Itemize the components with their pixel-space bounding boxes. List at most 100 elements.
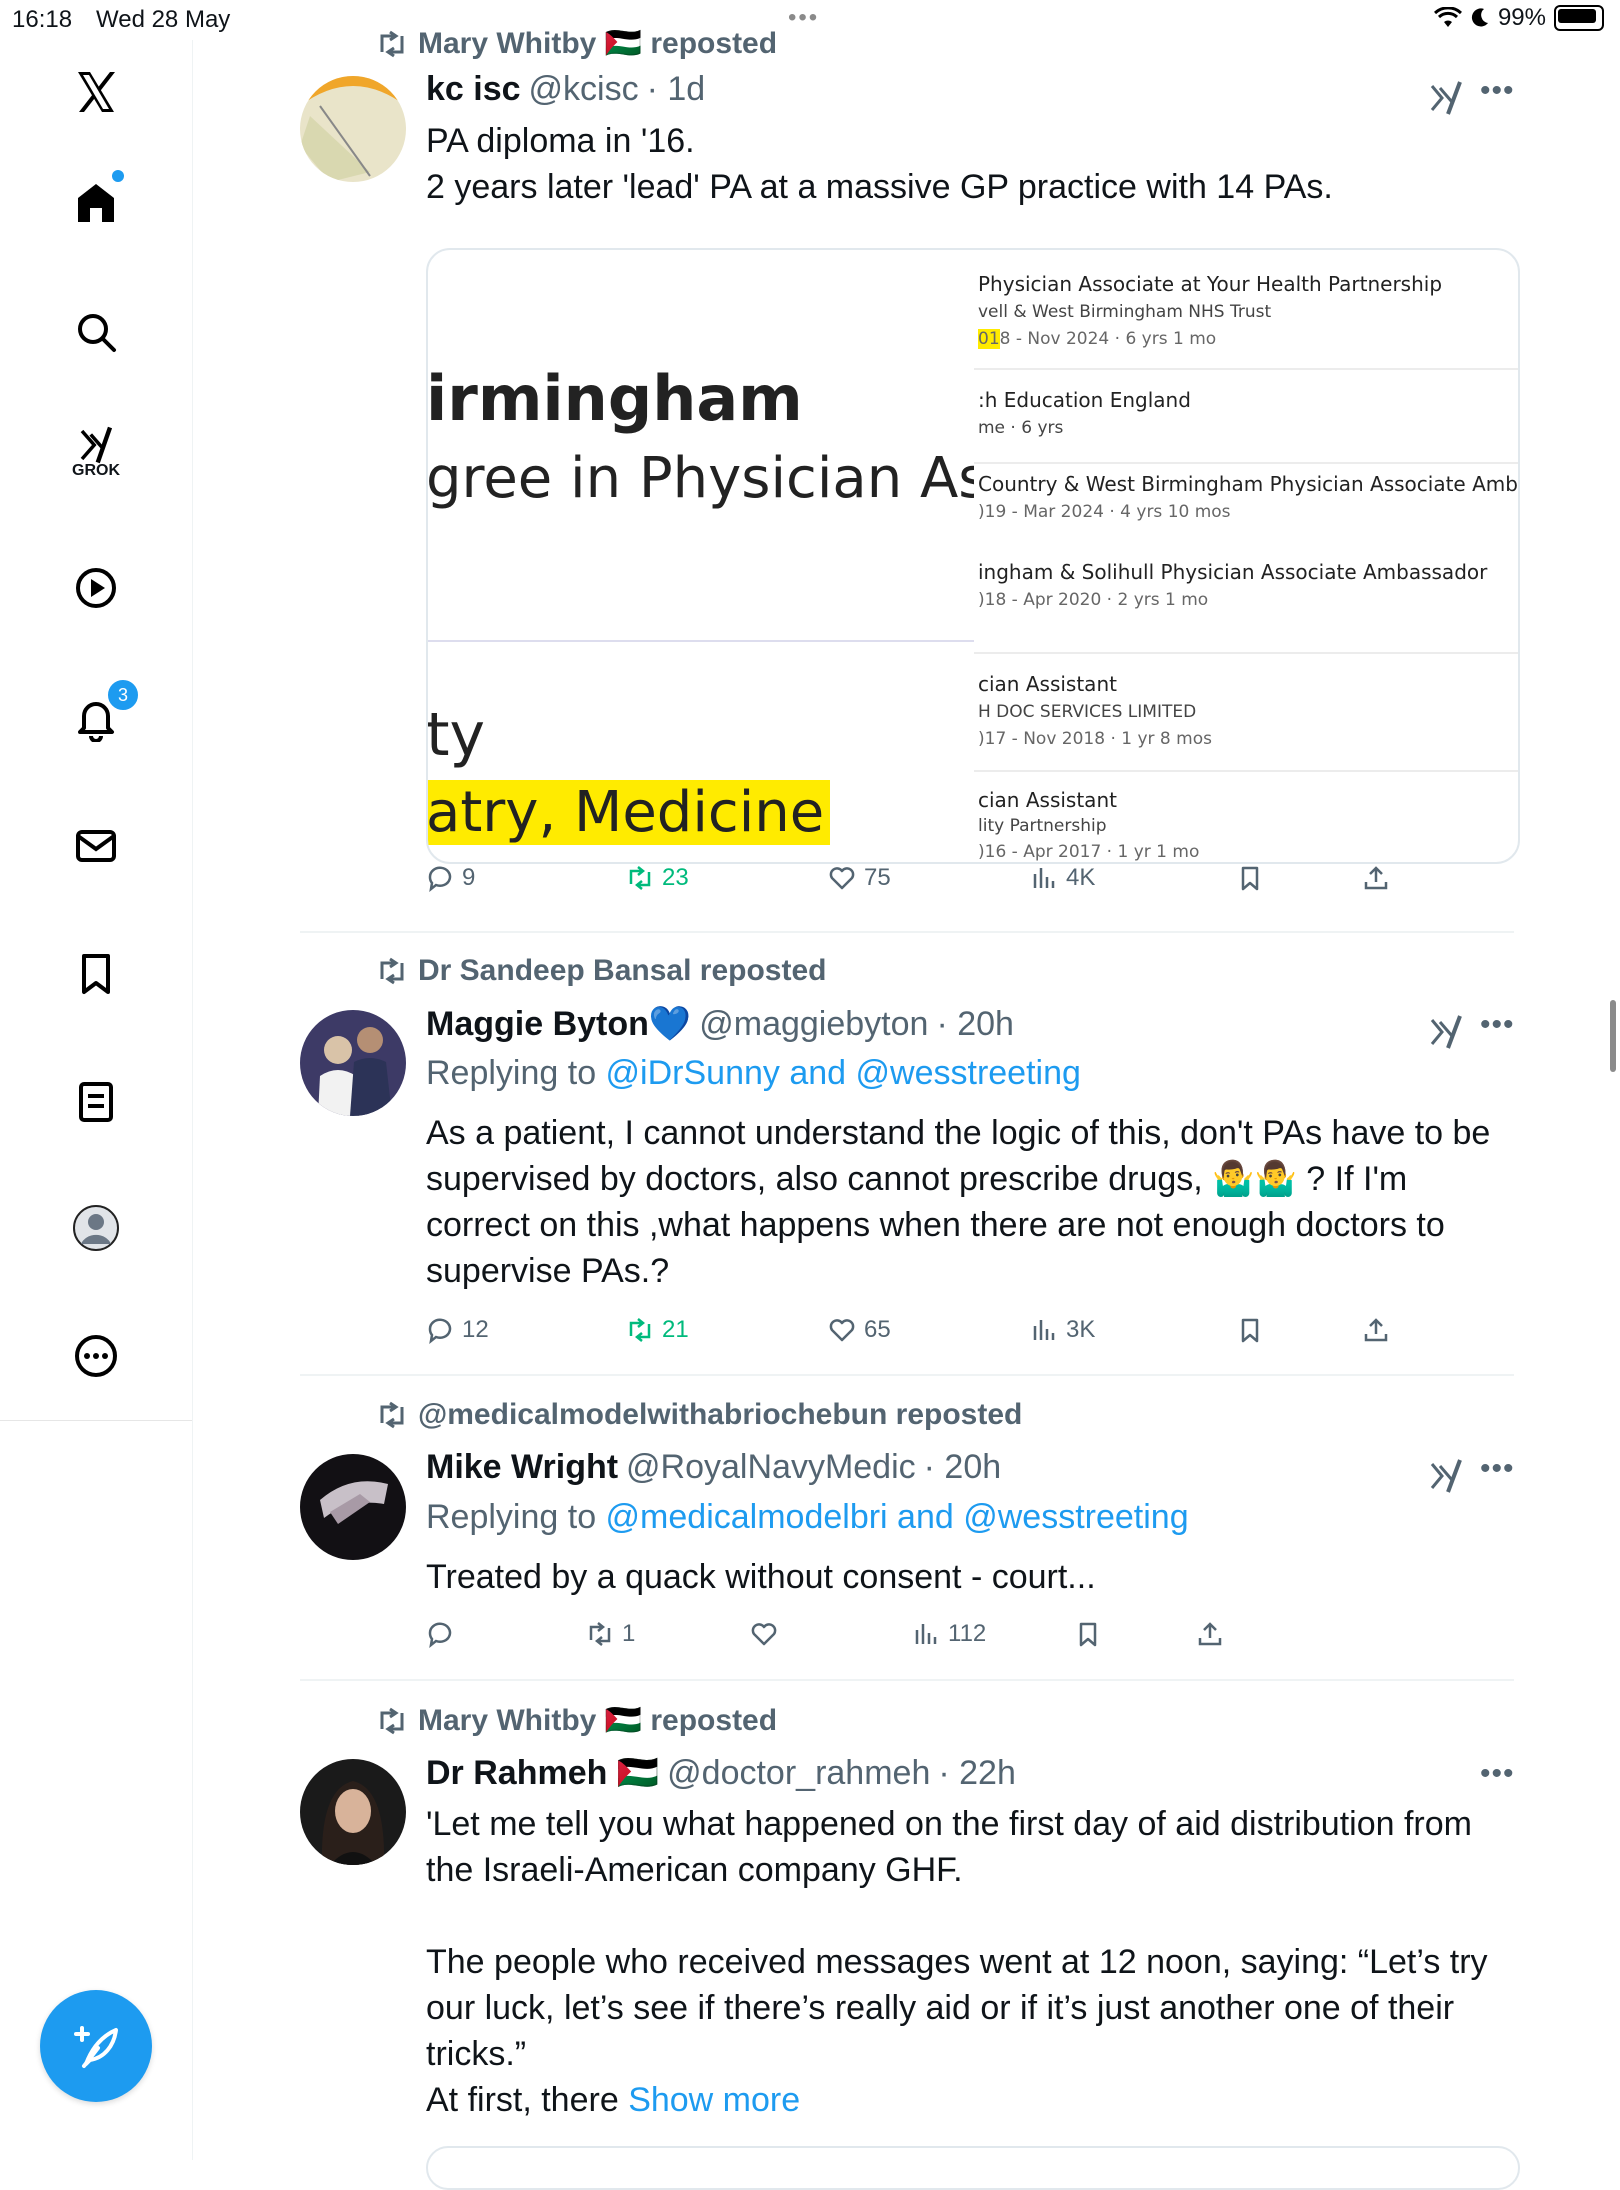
view-count: 4K: [1066, 864, 1096, 891]
grok-explain-icon[interactable]: [1426, 1012, 1466, 1052]
scrollbar[interactable]: [1610, 1000, 1616, 1072]
author-handle[interactable]: @doctor_rahmeh: [667, 1754, 930, 1793]
job-title: Country & West Birmingham Physician Asso…: [978, 472, 1518, 496]
tweet-text-line: As a patient, I cannot understand the lo…: [426, 1114, 1491, 1152]
analytics-icon: [1033, 1320, 1055, 1340]
repost-button[interactable]: 1: [586, 1620, 635, 1648]
sidebar-divider: [0, 1420, 192, 1421]
battery-icon: [1554, 5, 1604, 31]
bookmarks-icon[interactable]: [64, 942, 128, 1006]
reply-target-links[interactable]: @iDrSunny and @wesstreeting: [606, 1054, 1081, 1092]
tweet-time[interactable]: · 20h: [924, 1448, 1002, 1487]
avatar[interactable]: [300, 1759, 406, 1865]
repost-by[interactable]: Mary Whitby 🇵🇸 reposted: [418, 26, 777, 61]
tweet-text-fragment: At first, there: [426, 2081, 629, 2119]
tweet[interactable]: Dr Sandeep Bansal reposted Maggie Byton💙…: [300, 954, 1514, 1374]
bookmark-button[interactable]: [1236, 1316, 1264, 1344]
repost-by[interactable]: @medicalmodelwithabriochebun reposted: [418, 1398, 1022, 1432]
job-employer: me · 6 yrs: [978, 418, 1064, 438]
tweet-media-card[interactable]: [426, 2146, 1520, 2190]
home-icon[interactable]: [64, 170, 128, 234]
grok-icon[interactable]: GROK: [64, 420, 128, 484]
analytics-icon: [1033, 868, 1055, 888]
views-button[interactable]: 112: [912, 1620, 986, 1648]
like-button[interactable]: 65: [828, 1316, 891, 1344]
profile-icon[interactable]: [64, 1196, 128, 1260]
job-title: :h Education England: [978, 388, 1191, 412]
share-icon: [1364, 1318, 1388, 1342]
like-button[interactable]: 75: [828, 864, 891, 892]
author-name[interactable]: Maggie Byton💙: [426, 1004, 691, 1044]
tweet-text-line: 2 years later 'lead' PA at a massive GP …: [426, 168, 1333, 206]
status-time: 16:18: [12, 6, 73, 33]
avatar[interactable]: [300, 1010, 406, 1116]
views-button[interactable]: 4K: [1030, 864, 1095, 892]
lists-icon[interactable]: [64, 1070, 128, 1134]
share-button[interactable]: [1196, 1620, 1224, 1648]
tweet-actions: 1 112: [426, 1620, 1516, 1660]
tweet-media-image[interactable]: irmingham gree in Physician Associ ty at…: [426, 248, 1520, 864]
like-button[interactable]: [750, 1620, 786, 1648]
grok-label: GROK: [72, 462, 120, 479]
bookmark-button[interactable]: [1236, 864, 1264, 892]
grok-explain-icon[interactable]: [1426, 1456, 1466, 1496]
repost-by[interactable]: Mary Whitby 🇵🇸 reposted: [418, 1703, 777, 1738]
more-options-icon[interactable]: •••: [1480, 1452, 1515, 1486]
compose-feather-icon: [74, 2026, 118, 2068]
tweet-divider: [300, 1679, 1514, 1681]
media-left-panel: irmingham gree in Physician Associ ty at…: [428, 250, 974, 862]
avatar[interactable]: [300, 76, 406, 182]
video-icon[interactable]: [64, 556, 128, 620]
more-options-icon[interactable]: •••: [1480, 74, 1515, 108]
reply-target-links[interactable]: @medicalmodelbri and @wesstreeting: [606, 1498, 1189, 1536]
reply-button[interactable]: 9: [426, 864, 475, 892]
tweet-text-line: The people who received messages went at…: [426, 1943, 1488, 1981]
share-button[interactable]: [1362, 864, 1390, 892]
author-handle[interactable]: @kcisc: [529, 70, 639, 109]
tweet-time[interactable]: · 22h: [938, 1754, 1016, 1793]
author-handle[interactable]: @RoyalNavyMedic: [626, 1448, 916, 1487]
more-options-icon[interactable]: •••: [1480, 1008, 1515, 1042]
repost-button[interactable]: 21: [626, 1316, 689, 1344]
more-icon[interactable]: [64, 1324, 128, 1388]
bookmark-button[interactable]: [1074, 1620, 1102, 1648]
view-count: 3K: [1066, 1316, 1096, 1343]
reply-button[interactable]: [426, 1620, 462, 1648]
x-logo-icon[interactable]: [64, 60, 128, 124]
show-more-link[interactable]: Show more: [628, 2081, 800, 2119]
tweet-time[interactable]: · 1d: [647, 70, 706, 109]
repost-icon: [380, 1707, 404, 1734]
author-name[interactable]: Mike Wright: [426, 1448, 618, 1487]
tweet[interactable]: @medicalmodelwithabriochebun reposted Mi…: [300, 1398, 1514, 1648]
author-name[interactable]: Dr Rahmeh 🇵🇸: [426, 1753, 659, 1793]
heart-icon: [751, 1623, 777, 1646]
repost-button[interactable]: 23: [626, 864, 689, 892]
compose-button[interactable]: [40, 1990, 152, 2102]
repost-icon: [629, 1318, 651, 1342]
search-icon[interactable]: [64, 300, 128, 364]
grok-explain-icon[interactable]: [1426, 78, 1466, 118]
job-dates: )17 - Nov 2018 · 1 yr 8 mos: [978, 729, 1212, 749]
reply-button[interactable]: 12: [426, 1316, 489, 1344]
media-divider: [428, 640, 974, 642]
tweet-text-line: At first, there Show more: [426, 2077, 1516, 2123]
views-button[interactable]: 3K: [1030, 1316, 1095, 1344]
share-button[interactable]: [1362, 1316, 1390, 1344]
avatar[interactable]: [300, 1454, 406, 1560]
more-options-icon[interactable]: •••: [1480, 1757, 1515, 1791]
tweet-text-line: PA diploma in '16.: [426, 122, 695, 160]
bookmark-icon: [1241, 866, 1259, 891]
tweet-time[interactable]: · 20h: [936, 1005, 1014, 1044]
tweet[interactable]: Mary Whitby 🇵🇸 reposted kc isc @kcisc · …: [300, 20, 1520, 920]
job-dates: )19 - Mar 2024 · 4 yrs 10 mos: [978, 502, 1231, 522]
repost-by[interactable]: Dr Sandeep Bansal reposted: [418, 954, 826, 988]
repost-count: 23: [662, 864, 689, 891]
author-handle[interactable]: @maggiebyton: [699, 1005, 928, 1044]
author-name[interactable]: kc isc: [426, 70, 521, 109]
view-count: 112: [948, 1620, 987, 1647]
tweet[interactable]: Mary Whitby 🇵🇸 reposted Dr Rahmeh 🇵🇸 @do…: [300, 1703, 1514, 2143]
notifications-icon[interactable]: 3: [64, 678, 140, 750]
media-right-panel: Physician Associate at Your Health Partn…: [974, 250, 1518, 862]
tweet-text-line: the Israeli-American company GHF.: [426, 1851, 963, 1889]
messages-icon[interactable]: [64, 814, 128, 878]
